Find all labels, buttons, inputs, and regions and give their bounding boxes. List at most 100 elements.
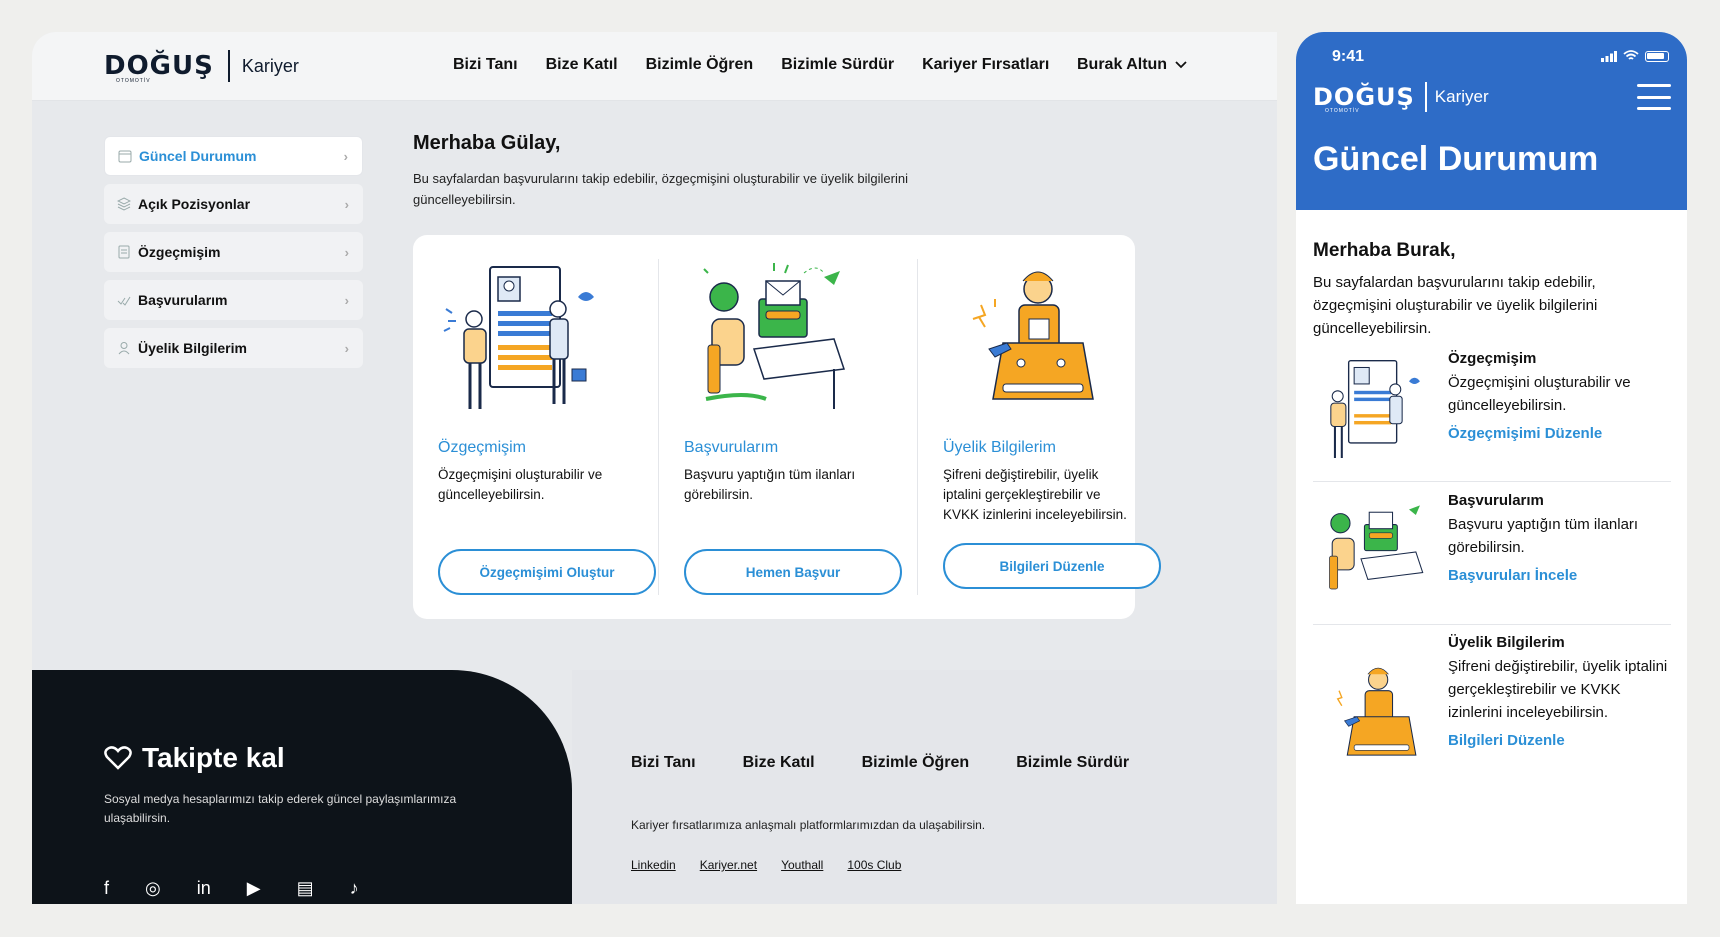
platform-link-linkedin[interactable]: Linkedin xyxy=(631,858,676,872)
chevron-down-icon xyxy=(1175,61,1187,69)
sidebar-item-guncel-durumum[interactable]: Güncel Durumum › xyxy=(104,136,363,176)
layers-icon xyxy=(116,196,132,212)
card-title: Başvurularım xyxy=(684,439,779,456)
status-bar-icons xyxy=(1601,50,1669,62)
mobile-item-ozgecmisim: Özgeçmişim Özgeçmişini oluşturabilir ve … xyxy=(1313,350,1671,470)
divider xyxy=(1313,481,1671,482)
card-ozgecmisim: Özgeçmişim Özgeçmişini oluşturabilir ve … xyxy=(413,259,656,595)
mobile-item-title: Özgeçmişim xyxy=(1448,350,1537,367)
review-applications-link[interactable]: Başvuruları İncele xyxy=(1448,567,1673,584)
brand-logo[interactable]: DOĞUŞ OTOMOTİV Kariyer xyxy=(104,50,299,84)
nav-item-bizimle-ogren[interactable]: Bizimle Öğren xyxy=(646,56,754,74)
sidebar-item-basvurularim[interactable]: Başvurularım › xyxy=(104,280,363,320)
youtube-icon[interactable]: ▶ xyxy=(247,878,261,899)
logo-separator xyxy=(227,50,230,82)
mobile-item-description: Özgeçmişini oluşturabilir ve güncelleyeb… xyxy=(1448,374,1631,414)
footer-nav-bizimle-surdur[interactable]: Bizimle Sürdür xyxy=(1016,754,1129,772)
platform-links: Linkedin Kariyer.net Youthall 100s Club xyxy=(631,858,901,872)
card-title: Özgeçmişim xyxy=(438,439,527,456)
follow-title: Takipte kal xyxy=(104,742,285,774)
platform-link-youthall[interactable]: Youthall xyxy=(781,858,823,872)
mobile-item-basvurularim: Başvurularım Başvuru yaptığın tüm ilanla… xyxy=(1313,492,1671,612)
sidebar-item-label: Açık Pozisyonlar xyxy=(138,196,251,212)
footer-nav-bizi-tani[interactable]: Bizi Tanı xyxy=(631,754,696,772)
follow-title-text: Takipte kal xyxy=(142,742,285,773)
logo-separator xyxy=(1424,82,1427,112)
chevron-right-icon: › xyxy=(344,196,349,212)
logo-subtitle: OTOMOTİV xyxy=(116,78,151,84)
nav-item-bizi-tani[interactable]: Bizi Tanı xyxy=(453,56,518,74)
card-description: Başvuru yaptığın tüm ilanları görebilirs… xyxy=(684,467,856,502)
status-bar-time: 9:41 xyxy=(1332,48,1365,65)
mobile-item-text: Özgeçmişim Özgeçmişini oluşturabilir ve … xyxy=(1448,350,1673,442)
mobile-item-title: Üyelik Bilgilerim xyxy=(1448,634,1565,651)
mobile-item-description: Şifreni değiştirebilir, üyelik iptalini … xyxy=(1448,658,1668,721)
chevron-right-icon: › xyxy=(344,244,349,260)
apply-now-button[interactable]: Hemen Başvur xyxy=(684,549,902,595)
card-uyelik-bilgilerim: Üyelik Bilgilerim Şifreni değiştirebilir… xyxy=(917,259,1161,595)
card-description: Özgeçmişini oluşturabilir ve güncelleyeb… xyxy=(438,467,603,502)
sidebar-item-acik-pozisyonlar[interactable]: Açık Pozisyonlar › xyxy=(104,184,363,224)
platform-link-kariyernet[interactable]: Kariyer.net xyxy=(700,858,757,872)
hamburger-menu-icon[interactable] xyxy=(1637,84,1671,110)
sidebar-item-label: Güncel Durumum xyxy=(139,148,257,164)
logo-wordmark: DOĞUŞ xyxy=(1313,83,1415,111)
nav-item-bize-katil[interactable]: Bize Katıl xyxy=(546,56,618,74)
footer-social-section: Takipte kal Sosyal medya hesaplarımızı t… xyxy=(32,670,572,904)
instagram-icon[interactable]: ◎ xyxy=(145,878,161,899)
facebook-icon[interactable]: f xyxy=(104,878,109,899)
applications-illustration xyxy=(703,263,846,409)
user-menu[interactable]: Burak Altun xyxy=(1077,56,1187,74)
footer-nav: Bizi Tanı Bize Katıl Bizimle Öğren Bizim… xyxy=(631,754,1176,772)
membership-illustration xyxy=(972,271,1094,400)
logo-career-text: Kariyer xyxy=(1434,87,1489,106)
chevron-right-icon: › xyxy=(344,292,349,308)
footer-nav-bizimle-ogren[interactable]: Bizimle Öğren xyxy=(862,754,970,772)
desktop-screen: DOĞUŞ OTOMOTİV Kariyer Bizi Tanı Bize Ka… xyxy=(32,32,1277,904)
mobile-item-uyelik-bilgilerim: Üyelik Bilgilerim Şifreni değiştirebilir… xyxy=(1313,634,1671,804)
linkedin-icon[interactable]: in xyxy=(197,878,211,899)
mobile-page-title: Güncel Durumum xyxy=(1313,140,1599,178)
nav-item-bizimle-surdur[interactable]: Bizimle Sürdür xyxy=(781,56,894,74)
tiktok-icon[interactable]: ♪ xyxy=(350,878,359,899)
card-basvurularim: Başvurularım Başvuru yaptığın tüm ilanla… xyxy=(658,259,902,595)
resume-illustration xyxy=(443,266,594,409)
mobile-screen: 9:41 DOĞUŞ OTOMOTİV Kariyer Güncel Durum… xyxy=(1296,32,1687,904)
card-description: Şifreni değiştirebilir, üyelik iptalini … xyxy=(943,467,1127,522)
page-greeting: Merhaba Gülay, xyxy=(413,132,561,154)
main-nav: Bizi Tanı Bize Katıl Bizimle Öğren Bizim… xyxy=(453,56,1077,74)
blog-icon[interactable]: ▤ xyxy=(297,878,314,899)
membership-illustration xyxy=(1336,667,1417,756)
logo-subtitle: OTOMOTİV xyxy=(1325,108,1360,114)
edit-resume-link[interactable]: Özgeçmişimi Düzenle xyxy=(1448,425,1673,442)
logo-career-text: Kariyer xyxy=(241,55,299,76)
battery-icon xyxy=(1645,50,1669,62)
wifi-icon xyxy=(1623,50,1639,60)
signal-icon xyxy=(1601,50,1617,62)
mobile-item-text: Üyelik Bilgilerim Şifreni değiştirebilir… xyxy=(1448,634,1673,749)
sidebar-item-uyelik-bilgilerim[interactable]: Üyelik Bilgilerim › xyxy=(104,328,363,368)
platform-link-100s-club[interactable]: 100s Club xyxy=(847,858,901,872)
chevron-right-icon: › xyxy=(343,148,348,164)
logo-wordmark: DOĞUŞ xyxy=(104,51,214,81)
user-name: Burak Altun xyxy=(1077,56,1168,73)
mobile-greeting-subtitle: Bu sayfalardan başvurularını takip edebi… xyxy=(1313,274,1598,337)
sidebar-item-label: Özgeçmişim xyxy=(138,244,221,260)
mobile-item-text: Başvurularım Başvuru yaptığın tüm ilanla… xyxy=(1448,492,1673,584)
applications-illustration xyxy=(1329,505,1424,590)
create-resume-button[interactable]: Özgeçmişimi Oluştur xyxy=(438,549,656,595)
chevron-right-icon: › xyxy=(344,340,349,356)
platforms-text: Kariyer fırsatlarımıza anlaşmalı platfor… xyxy=(631,818,986,832)
edit-info-button[interactable]: Bilgileri Düzenle xyxy=(943,543,1161,589)
nav-item-kariyer-firsatlari[interactable]: Kariyer Fırsatları xyxy=(922,56,1049,74)
mobile-brand-logo[interactable]: DOĞUŞ OTOMOTİV Kariyer xyxy=(1313,82,1489,114)
divider xyxy=(1313,624,1671,625)
mobile-greeting: Merhaba Burak, xyxy=(1313,240,1456,261)
calendar-icon xyxy=(117,148,133,164)
resume-illustration xyxy=(1330,359,1420,458)
user-icon xyxy=(116,340,132,356)
edit-membership-link[interactable]: Bilgileri Düzenle xyxy=(1448,732,1673,749)
sidebar-item-ozgecmisim[interactable]: Özgeçmişim › xyxy=(104,232,363,272)
heart-icon xyxy=(104,746,132,770)
footer-nav-bize-katil[interactable]: Bize Katıl xyxy=(743,754,815,772)
